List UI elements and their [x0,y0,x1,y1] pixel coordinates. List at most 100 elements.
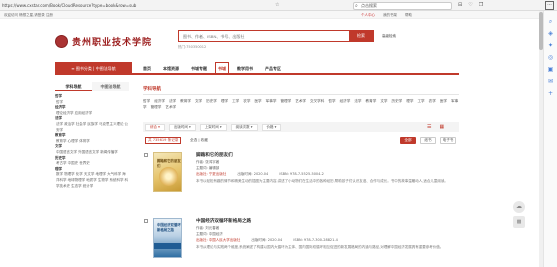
result-count: 共 735619 条记录 [145,137,182,144]
section-title: 学科导航 [143,87,161,92]
outlook-icon[interactable]: ✉ [546,77,555,86]
book-isbn: ISBN: 978-7-5525-5004-2 [279,172,324,176]
nav-textbooks[interactable]: 教学用书 [237,62,253,75]
tab-subject-nav[interactable]: 学科导航 [55,82,92,91]
search-icon[interactable]: ⌕ [546,17,555,26]
subject-link[interactable]: 历史学 [392,99,403,103]
book-publisher[interactable]: 出版社: 宁夏出版社 [196,172,226,176]
nav-topics[interactable]: 书城专题 [191,62,207,75]
book-checkbox[interactable] [144,153,148,157]
book-title[interactable]: 中国经济双循环新格局之路 [196,218,251,224]
book-meta: 出版社: 中国人民大学出版社 出版时间: 2020.04 ISBN: 978-7… [196,238,348,243]
browser-right-icons: ⊟ ♡ ❐ [458,2,483,8]
qr-code-icon[interactable]: ▩ [513,216,525,228]
bookshelf-link[interactable]: 我的书架 [383,11,397,19]
book-subject: 主题词: 编辑部 [196,166,220,170]
book-list-item: 脚踏和它的朋友们 脚踏和它的朋友们 作者: 张鸿宇著 主题词: 编辑部 出版社:… [143,152,459,198]
add-icon[interactable]: + [546,89,555,98]
subject-link[interactable]: 法学 [354,99,361,103]
help-link[interactable]: 帮助 [405,11,412,19]
address-bar-actions: ☆ [275,2,279,8]
subject-link[interactable]: 交叉学科 [310,99,324,103]
subject-link[interactable]: 经济学 [154,99,165,103]
select-all-favorite[interactable]: 全选 | 收藏 [190,138,208,143]
office-icon[interactable]: ▣ [546,65,555,74]
collections-icon[interactable]: ❐ [479,2,483,8]
favorites-icon[interactable]: ♡ [468,2,472,8]
book-isbn: ISBN: 978-7-300-28821-4 [293,238,338,242]
subject-link[interactable]: 经济学 [340,99,351,103]
tools-icon[interactable]: ✦ [546,41,555,50]
subject-link[interactable]: 管理学 [151,105,162,109]
sort-reads[interactable]: 阅读次数 ▾ [230,123,258,131]
filter-paper[interactable]: 纸书 [420,137,436,144]
sort-filter-bar: 综合 ▾ 出版时间 ▾ 上架时间 ▾ 阅读次数 ▾ 价格 ▾ [143,122,459,132]
list-view-icon[interactable]: ☰ [427,124,431,130]
site-search-input[interactable] [179,31,329,41]
chat-icon[interactable]: ☁ [513,201,525,213]
hot-words[interactable]: 热门:750350012 [178,45,206,50]
search-button[interactable]: 检索 [349,31,373,41]
subject-link[interactable]: 法学 [169,99,176,103]
subject-link[interactable]: 农学 [429,99,436,103]
cover-title: 中国经济双循环新格局之路 [157,223,181,232]
sort-shelf-date[interactable]: 上架时间 ▾ [199,123,227,131]
book-publisher[interactable]: 出版社: 中国人民大学出版社 [196,238,240,242]
subject-link[interactable]: 工学 [232,99,239,103]
book-cover[interactable]: 中国经济双循环新格局之路 [153,218,182,258]
star-icon[interactable]: ☆ [275,2,279,8]
book-checkbox[interactable] [144,219,148,223]
subject-link[interactable]: 管理学 [280,99,291,103]
nav-library-resources[interactable]: 本馆资源 [163,62,179,75]
subject-link[interactable]: 农学 [243,99,250,103]
browser-menu-button[interactable]: ··· [545,1,554,10]
subject-link[interactable]: 医学 [440,99,447,103]
subject-link[interactable]: 军事学 [266,99,277,103]
scrollbar-thumb[interactable] [539,12,543,50]
book-title[interactable]: 脚踏和它的朋友们 [196,152,233,158]
browser-search-box[interactable]: ⌕ 点击搜索 [353,1,452,10]
sidebar-subcategories[interactable]: 数学 物理学 化学 天文学 地理学 大气科学 海洋科学 地球物理学 地质学 生物… [55,172,129,189]
sort-price[interactable]: 价格 ▾ [261,123,282,131]
nav-bookstore[interactable]: 书城 [215,62,229,75]
browser-side-rail: ⌕ ◈ ✦ ◎ ▣ ✉ + [543,11,557,267]
magnifier-icon: ⌕ [355,2,358,9]
sidebar-subcategories[interactable]: 法学 政治学 社会学 民族学 马克思主义理论 公安学 [55,122,129,133]
tab-clc-nav[interactable]: 中图法导航 [92,82,129,91]
book-cover[interactable]: 脚踏和它的朋友们 [153,152,182,192]
subject-link[interactable]: 文学 [195,99,202,103]
sidebar-subject-list: 哲学 哲学 经济学 理论经济学 应用经济学 法学 法学 政治学 社会学 民族学 … [55,94,129,189]
subject-link[interactable]: 理学 [406,99,413,103]
book-date: 出版时间: 2020.04 [237,172,269,176]
subject-link[interactable]: 艺术学 [165,105,176,109]
site-top-strip: 欢迎访问 畅想之星,请登录 注册 个人中心 我的书架 帮助 [0,11,539,19]
grid-view-icon[interactable]: ▦ [439,124,444,130]
sort-default[interactable]: 综合 ▾ [145,123,165,131]
subject-link[interactable]: 哲学 [143,99,150,103]
filter-all[interactable]: 全部 [400,137,416,144]
top-strip-links: 个人中心 我的书架 帮助 [361,11,412,19]
nav-home[interactable]: 首页 [143,62,151,75]
sort-publish-date[interactable]: 出版时间 ▾ [168,123,196,131]
cover-band [154,243,181,249]
advanced-search-link[interactable]: 高级检索 [382,34,396,39]
subject-link[interactable]: 理学 [221,99,228,103]
browser-toolbar: https://www.cxstar.com/Book/CloudResourc… [0,0,557,11]
games-icon[interactable]: ◎ [546,53,555,62]
subject-link[interactable]: 哲学 [328,99,335,103]
category-nav-button[interactable]: ≡ 图书分类 | 中图法导航 [55,62,132,75]
shopping-icon[interactable]: ◈ [546,29,555,38]
subject-link[interactable]: 文学 [380,99,387,103]
split-screen-icon[interactable]: ⊟ [458,2,462,8]
subject-link[interactable]: 医学 [254,99,261,103]
subject-link[interactable]: 教育学 [180,99,191,103]
subject-link[interactable]: 艺术学 [295,99,306,103]
filter-ebook[interactable]: 电子书 [440,137,456,144]
subject-link[interactable]: 历史学 [206,99,217,103]
user-center-link[interactable]: 个人中心 [361,11,375,19]
school-logo[interactable]: 贵州职业技术学院 [55,35,152,48]
nav-products[interactable]: 产品专区 [265,62,281,75]
address-bar[interactable]: https://www.cxstar.com/Book/CloudResourc… [2,2,270,9]
subject-link[interactable]: 教育学 [366,99,377,103]
subject-link[interactable]: 工学 [417,99,424,103]
